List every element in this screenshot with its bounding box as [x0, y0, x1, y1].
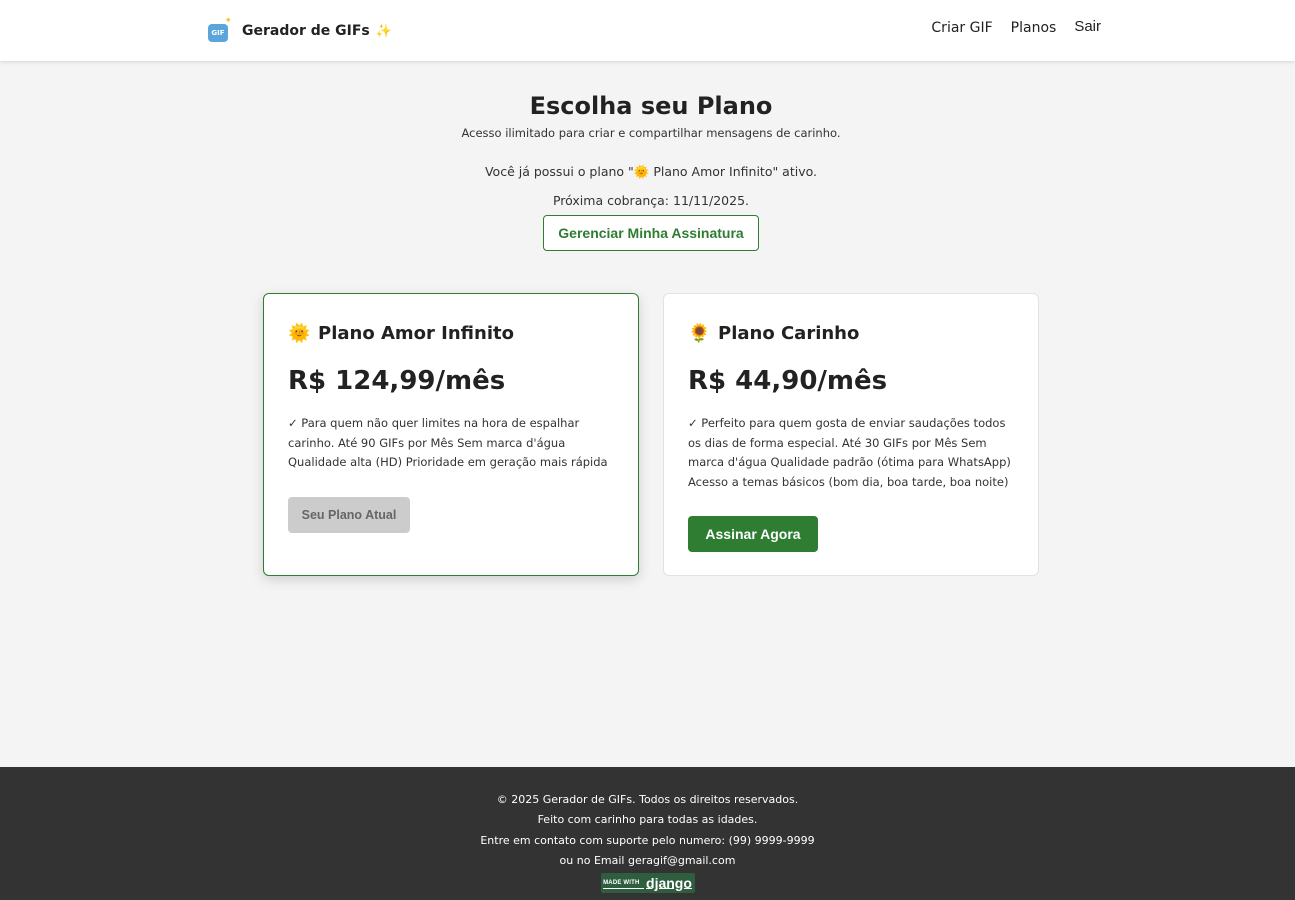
page-subtitle: Acesso ilimitado para criar e compartilh… [461, 126, 841, 140]
badge-django: django [646, 875, 692, 892]
nav-sair[interactable]: Sair [1074, 18, 1101, 35]
plan-title-row: 🌻 Plano Carinho [688, 320, 1014, 346]
sunflower-icon: 🌻 [688, 322, 711, 344]
plan-description: ✓ Para quem não quer limites na hora de … [288, 416, 608, 469]
sun-icon: 🌞 [288, 322, 311, 344]
plan-description: ✓ Perfeito para quem gosta de enviar sau… [688, 416, 1011, 489]
gif-logo-icon: GIF ✦ [208, 16, 232, 42]
plans-header: Escolha seu Plano Acesso ilimitado para … [0, 92, 1295, 251]
main-nav: Criar GIF Planos Sair [931, 18, 1101, 36]
brand-name: Gerador de GIFs [242, 23, 370, 39]
plan-name: Plano Amor Infinito [318, 322, 514, 344]
plan-name: Plano Carinho [718, 322, 860, 344]
sparkle-icon: ✦ [224, 16, 232, 26]
footer-support-phone: Entre em contato com suporte pelo numero… [480, 833, 815, 847]
top-navbar: GIF ✦ Gerador de GIFs ✨ Criar GIF Planos… [0, 0, 1295, 61]
footer-copyright: © 2025 Gerador de GIFs. Todos os direito… [496, 793, 799, 806]
made-with-django-badge[interactable]: MADE WITH django [600, 873, 695, 894]
nav-planos[interactable]: Planos [1011, 20, 1057, 36]
nav-criar-gif[interactable]: Criar GIF [931, 20, 992, 36]
footer-email: ou no Email geragif@gmail.com [559, 853, 736, 867]
page-title: Escolha seu Plano [529, 92, 773, 120]
subscribe-button[interactable]: Assinar Agora [688, 516, 818, 552]
badge-made-with: MADE WITH [603, 880, 640, 887]
sparkles-icon: ✨ [375, 23, 392, 39]
current-plan-notice: Você já possui o plano "🌞 Plano Amor Inf… [484, 164, 818, 179]
current-plan-button: Seu Plano Atual [288, 496, 410, 533]
page-footer: © 2025 Gerador de GIFs. Todos os direito… [0, 767, 1295, 900]
manage-subscription-button[interactable]: Gerenciar Minha Assinatura [543, 215, 759, 251]
plan-card-carinho: 🌻 Plano Carinho R$ 44,90/mês ✓ Perfeito … [663, 293, 1039, 576]
plan-price: R$ 44,90/mês [688, 366, 888, 396]
gif-logo-text: GIF [208, 24, 228, 42]
brand-link[interactable]: GIF ✦ Gerador de GIFs ✨ [208, 16, 392, 44]
footer-tagline: Feito com carinho para todas as idades. [537, 813, 758, 827]
next-billing-date: Próxima cobrança: 11/11/2025. [552, 193, 750, 208]
plan-title-row: 🌞 Plano Amor Infinito [288, 320, 614, 346]
plan-card-amor-infinito: 🌞 Plano Amor Infinito R$ 124,99/mês ✓ Pa… [263, 293, 639, 576]
plan-price: R$ 124,99/mês [288, 366, 506, 396]
